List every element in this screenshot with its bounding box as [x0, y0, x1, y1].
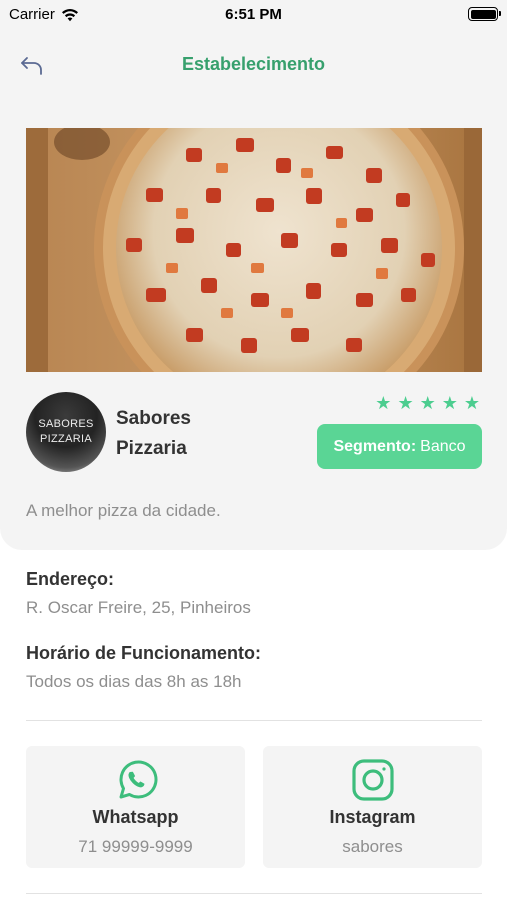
status-time: 6:51 PM — [225, 6, 282, 23]
whatsapp-contact-card[interactable]: Whatsapp 71 99999-9999 — [26, 746, 245, 868]
instagram-handle: sabores — [342, 837, 403, 856]
segment-badge: Segmento: Banco — [317, 424, 482, 469]
instagram-icon — [350, 757, 396, 803]
divider — [26, 893, 482, 894]
star-icon: ★ — [397, 393, 414, 413]
store-name-line2: Pizzaria — [116, 438, 187, 459]
status-bar: Carrier 6:51 PM — [0, 0, 507, 30]
star-icon: ★ — [419, 393, 436, 413]
hours-value: Todos os dias das 8h as 18h — [26, 672, 242, 691]
star-icon: ★ — [441, 393, 458, 413]
store-name-line1: Sabores — [116, 408, 191, 429]
store-logo: SABORES PIZZARIA — [26, 392, 106, 472]
page-title: Estabelecimento — [181, 54, 326, 74]
hours-label: Horário de Funcionamento: — [26, 643, 262, 663]
address-label: Endereço: — [26, 569, 115, 589]
nav-header: Estabelecimento — [0, 48, 507, 82]
star-icon: ★ — [463, 393, 480, 413]
segment-value: Banco — [420, 437, 466, 455]
pizza-photo — [26, 128, 482, 372]
star-icon: ★ — [375, 393, 392, 413]
logo-text-line1: SABORES — [38, 418, 94, 430]
address-value: R. Oscar Freire, 25, Pinheiros — [26, 598, 251, 617]
whatsapp-label: Whatsapp — [92, 807, 179, 827]
logo-text-line2: PIZZARIA — [40, 433, 92, 445]
instagram-contact-card[interactable]: Instagram sabores — [263, 746, 482, 868]
whatsapp-number: 71 99999-9999 — [78, 837, 193, 856]
whatsapp-icon — [113, 757, 159, 803]
battery-icon — [468, 7, 501, 21]
store-description: A melhor pizza da cidade. — [26, 501, 221, 520]
instagram-label: Instagram — [329, 807, 416, 827]
divider — [26, 720, 482, 721]
store-name: Sabores Pizzaria — [116, 404, 266, 464]
segment-label: Segmento: — [333, 437, 417, 455]
store-hero-image — [26, 128, 482, 372]
rating-stars: ★ ★ ★ ★ ★ — [375, 394, 480, 412]
